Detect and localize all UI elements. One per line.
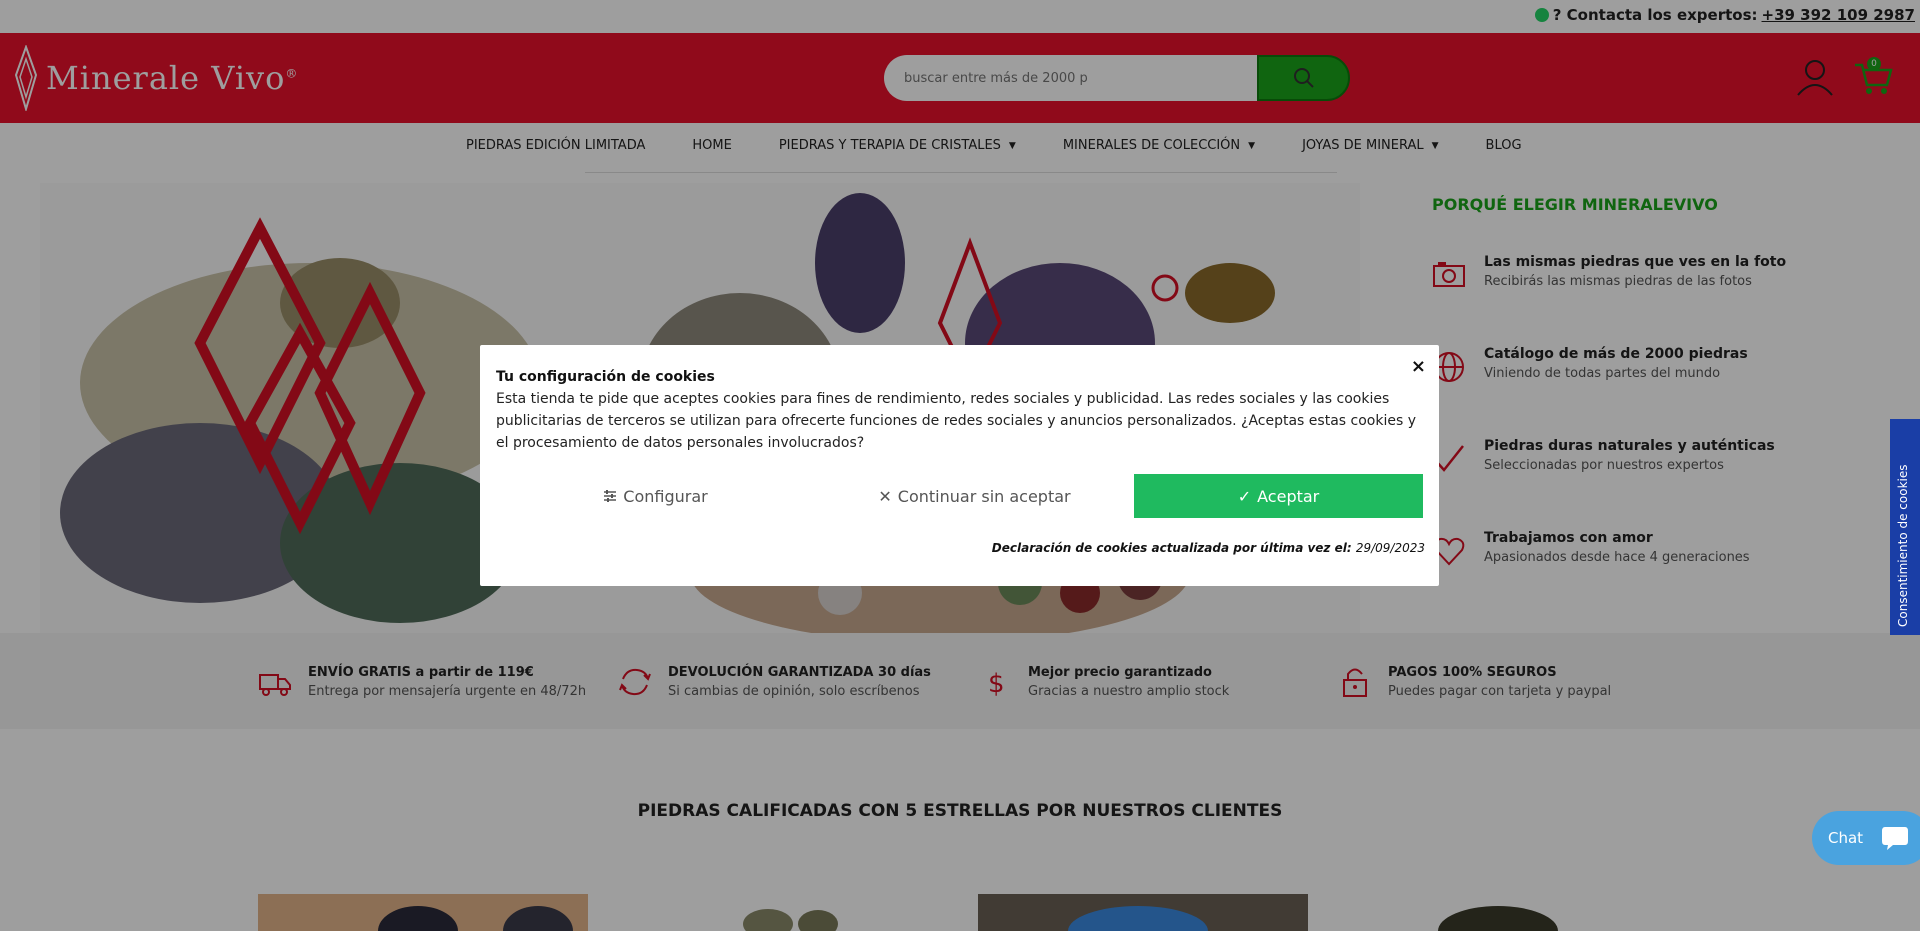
- chat-label: Chat: [1828, 829, 1864, 847]
- cookie-dialog: × Tu configuración de cookies Esta tiend…: [480, 345, 1439, 586]
- checkmark-icon: ✓: [1237, 486, 1252, 506]
- cookie-actions: Configurar ✕ Continuar sin aceptar ✓ Ace…: [496, 474, 1423, 518]
- sliders-icon: [604, 490, 617, 502]
- cookie-declaration: Declaración de cookies actualizada por ú…: [991, 541, 1425, 555]
- continue-without-accepting-button[interactable]: ✕ Continuar sin aceptar: [815, 474, 1134, 518]
- close-icon[interactable]: ×: [1411, 356, 1426, 377]
- cookie-consent-tab[interactable]: Consentimiento de cookies: [1890, 419, 1920, 635]
- x-icon: ✕: [878, 486, 892, 506]
- accept-button[interactable]: ✓ Aceptar: [1134, 474, 1423, 518]
- chat-button[interactable]: Chat: [1812, 811, 1920, 865]
- cookie-title: Tu configuración de cookies: [496, 369, 715, 385]
- cookie-consent-label: Consentimiento de cookies: [1896, 464, 1910, 628]
- configure-button[interactable]: Configurar: [496, 474, 815, 518]
- declaration-date: 29/09/2023: [1355, 541, 1425, 555]
- cookie-body: Esta tienda te pide que aceptes cookies …: [496, 391, 1416, 451]
- chat-bubble-icon: [1882, 827, 1909, 850]
